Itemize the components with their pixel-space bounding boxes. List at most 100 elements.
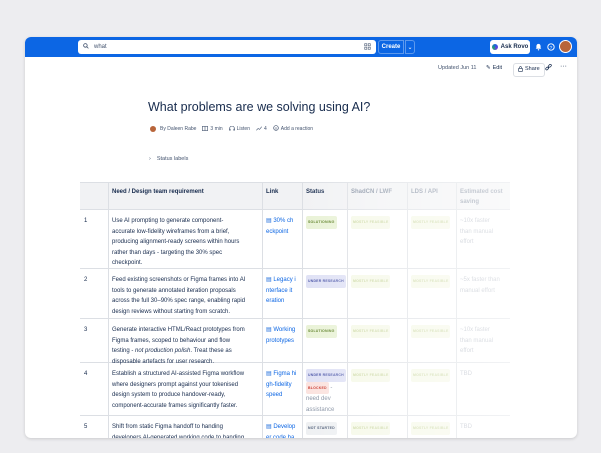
page-link-text: Working xyxy=(273,327,296,333)
requirement-line: design system to produce handover-ready, xyxy=(112,392,226,399)
ask-rovo-button[interactable]: Ask Rovo xyxy=(490,40,530,54)
search-input[interactable]: what xyxy=(78,40,376,54)
requirement-line: Establish a structured AI-assisted Figma… xyxy=(112,371,245,377)
analytics[interactable]: 4 xyxy=(256,126,267,133)
header-shadcn: ShadCN / LWF xyxy=(351,189,392,195)
status-cell: UNDER RESEARCH xyxy=(306,275,346,288)
column-divider xyxy=(262,182,263,438)
requirement-line: Figma frames, scoped to behaviour and fl… xyxy=(112,337,231,344)
cost-saving-line: effort xyxy=(460,348,474,355)
page-link[interactable]: ▤ Working prototypes xyxy=(266,325,302,346)
feasibility-badge: MOSTLY FEASIBLE xyxy=(411,275,451,288)
status-cell: SOLUTIONING xyxy=(306,216,337,229)
requirement-text: Establish a structured AI-assisted Figma… xyxy=(112,369,260,411)
page-link[interactable]: ▤ 30% ch eckpoint xyxy=(266,216,302,237)
status-dash: - xyxy=(328,384,333,391)
requirement-line: accurate low-fidelity wireframes from a … xyxy=(112,228,230,235)
cost-saving-line: manual effort xyxy=(460,287,495,294)
feasibility-badge: MOSTLY FEASIBLE xyxy=(411,422,451,435)
share-button[interactable]: Share xyxy=(513,63,545,77)
header-status: Status xyxy=(306,189,325,195)
page-link-text: speed xyxy=(266,392,283,399)
feasibility-badge: MOSTLY FEASIBLE xyxy=(351,325,391,338)
lds-cell: MOSTLY FEASIBLE xyxy=(411,275,451,288)
status-badge: NOT STARTED xyxy=(306,422,337,435)
requirement-line: Feed existing screenshots or Figma frame… xyxy=(112,277,246,283)
shadcn-cell: MOSTLY FEASIBLE xyxy=(351,369,391,382)
top-navigation-bar: what Create ⌄ Ask Rovo ? xyxy=(25,37,577,57)
requirement-line: Use AI prompting to generate component- xyxy=(112,218,224,224)
filter-icon[interactable] xyxy=(364,43,372,51)
status-badge: SOLUTIONING xyxy=(306,216,337,229)
page-link-text: gh-fidelity xyxy=(266,381,292,388)
create-dropdown-chevron-icon[interactable]: ⌄ xyxy=(405,40,415,54)
page-link-text: Legacy i xyxy=(273,277,296,283)
feasibility-badge: MOSTLY FEASIBLE xyxy=(351,422,391,435)
page-link[interactable]: ▤ Legacy i nterface it eration xyxy=(266,275,302,307)
page-link-text: eration xyxy=(266,298,285,305)
row-number: 1 xyxy=(84,218,88,224)
column-divider xyxy=(456,182,457,438)
status-labels-text: Status labels xyxy=(156,156,189,162)
status-note: need dev xyxy=(306,396,331,403)
page-link-text: nterface it xyxy=(266,287,293,294)
create-button[interactable]: Create xyxy=(378,40,404,54)
help-icon[interactable]: ? xyxy=(545,41,557,53)
book-icon xyxy=(202,125,209,133)
status-labels-expander[interactable]: › Status labels xyxy=(149,156,188,162)
header-lds: LDS / API xyxy=(411,189,438,195)
search-icon xyxy=(83,43,89,51)
emoji-icon xyxy=(273,125,279,133)
headphones-icon xyxy=(228,125,235,133)
page-title: What problems are we solving using AI? xyxy=(148,100,371,114)
requirement-text: Use AI prompting to generate component-a… xyxy=(112,216,260,269)
read-time: 3 min xyxy=(202,125,223,133)
status-badge: UNDER RESEARCH xyxy=(306,369,346,382)
row-number: 3 xyxy=(84,327,88,333)
page-link[interactable]: ▤ Figma hi gh-fidelity speed xyxy=(266,369,302,401)
feasibility-badge: MOSTLY FEASIBLE xyxy=(351,216,391,229)
last-updated-text: Updated Jun 11 xyxy=(438,65,477,71)
svg-text:?: ? xyxy=(550,45,553,51)
notifications-bell-icon[interactable] xyxy=(532,41,544,53)
add-reaction-button[interactable]: Add a reaction xyxy=(273,125,313,133)
cost-saving-line: ~10x faster xyxy=(460,327,490,333)
table-row: 4 Establish a structured AI-assisted Figm… xyxy=(80,363,510,416)
rovo-logo-icon xyxy=(491,44,498,50)
status-badge-blocked: BLOCKED xyxy=(306,381,329,395)
status-cell: UNDER RESEARCH BLOCKED - need dev assistanc… xyxy=(306,369,346,415)
copy-link-icon[interactable] xyxy=(545,63,552,73)
lds-cell: MOSTLY FEASIBLE xyxy=(411,325,451,338)
column-divider xyxy=(407,182,408,438)
header-link: Link xyxy=(266,189,279,195)
requirement-line: where designers prompt against your toke… xyxy=(112,381,239,388)
page-toolbar: Updated Jun 11 ✎ Edit Share ··· xyxy=(25,59,577,79)
browser-frame: what Create ⌄ Ask Rovo ? Updated Jun 11 … xyxy=(25,37,577,438)
lds-cell: MOSTLY FEASIBLE xyxy=(411,422,451,435)
requirement-line: Generate interactive HTML/React prototyp… xyxy=(112,327,245,333)
requirement-line: checkpoint. xyxy=(112,260,143,267)
listen-button[interactable]: Listen xyxy=(228,125,250,133)
requirement-line: tools to generate annotated iteration pr… xyxy=(112,287,236,294)
header-estimated-cost-line1: Estimated cost xyxy=(460,189,503,195)
chart-line-icon xyxy=(256,126,262,133)
status-note: assistance xyxy=(306,406,335,413)
more-options-icon[interactable]: ··· xyxy=(560,63,567,70)
page-link-text: prototypes xyxy=(266,337,295,344)
status-badge: UNDER RESEARCH xyxy=(306,275,346,288)
shadcn-cell: MOSTLY FEASIBLE xyxy=(351,325,391,338)
listen-label: Listen xyxy=(236,126,250,132)
page-link[interactable]: ▤ Develop er code ha xyxy=(266,422,302,438)
cost-saving-line: than manual xyxy=(460,337,494,344)
requirements-table: Need / Design team requirement Link Stat… xyxy=(80,182,510,438)
edit-button[interactable]: ✎ Edit xyxy=(486,65,502,71)
status-badge: SOLUTIONING xyxy=(306,325,337,338)
author-link[interactable]: By Daleen Rabe xyxy=(150,126,196,132)
pencil-icon: ✎ xyxy=(486,65,491,71)
requirement-line: design reviews without starting from scr… xyxy=(112,308,231,315)
requirement-line: across the full 30–90% spec range, enabl… xyxy=(112,298,246,305)
user-avatar[interactable] xyxy=(559,40,572,53)
column-divider xyxy=(108,182,109,438)
shadcn-cell: MOSTLY FEASIBLE xyxy=(351,275,391,288)
table-row: 3 Generate interactive HTML/React prototy… xyxy=(80,319,510,365)
